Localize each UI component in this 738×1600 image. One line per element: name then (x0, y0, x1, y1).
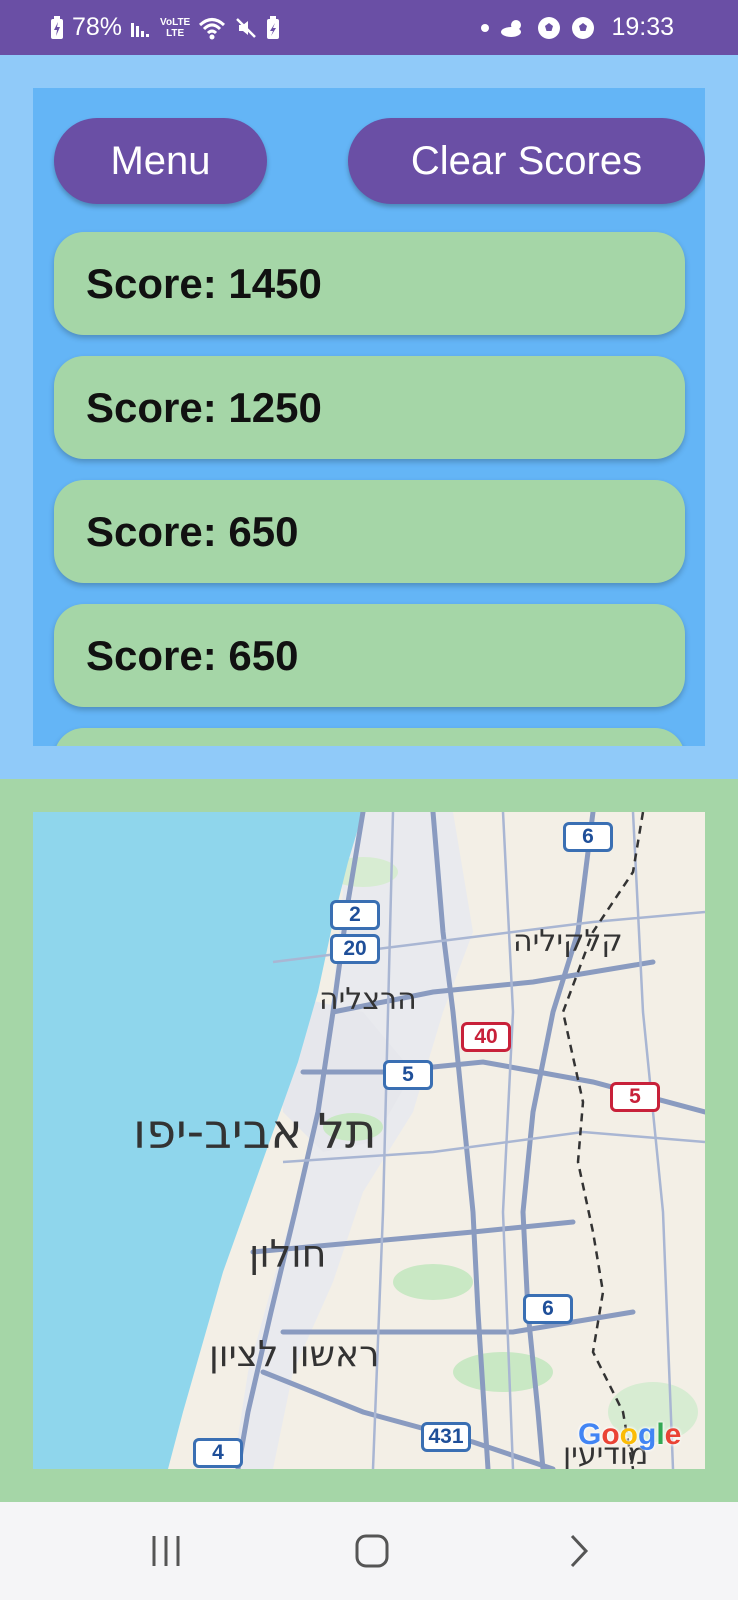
home-icon (355, 1534, 389, 1568)
road-shield: 6 (563, 822, 613, 852)
score-label: Score: 650 (86, 631, 299, 679)
road-shield: 40 (461, 1022, 511, 1052)
city-label: תל אביב-יפו (133, 1104, 377, 1160)
clock: 19:33 (611, 13, 674, 41)
status-bar: 78% VoLTE LTE 19:33 (0, 0, 738, 55)
soccer-ball-icon (537, 16, 561, 40)
score-card[interactable]: Score: 1450 (54, 232, 685, 335)
battery-saver-icon (266, 15, 280, 40)
google-logo: Google (578, 1418, 682, 1451)
volte-lte-icon: VoLTE LTE (160, 16, 191, 39)
scores-section: Menu Clear Scores Score: 1450 Score: 125… (0, 55, 738, 779)
map-view[interactable]: 6 2 20 40 5 5 6 431 4 קלקיליה הרצליה תל … (33, 812, 705, 1469)
road-shield: 5 (383, 1060, 433, 1090)
score-card[interactable]: Score: 650 (54, 480, 685, 583)
notification-dot-icon (481, 23, 490, 32)
score-card[interactable]: Score: 650 (54, 604, 685, 707)
road-shield: 4 (193, 1438, 243, 1468)
mute-icon (234, 16, 258, 40)
score-card-partial[interactable] (54, 728, 685, 746)
soccer-ball-icon (571, 16, 595, 40)
wifi-icon (198, 16, 226, 40)
score-label: Score: 650 (86, 507, 299, 555)
navigation-bar (0, 1502, 738, 1600)
map-section: 6 2 20 40 5 5 6 431 4 קלקיליה הרצליה תל … (0, 779, 738, 1502)
clear-scores-button[interactable]: Clear Scores (348, 118, 705, 204)
home-button[interactable] (342, 1528, 402, 1574)
city-label: חולון (249, 1232, 327, 1276)
score-label: Score: 1450 (86, 259, 322, 307)
road-shield: 6 (523, 1294, 573, 1324)
back-button[interactable] (548, 1528, 608, 1574)
city-label: קלקיליה (513, 924, 623, 959)
road-shield: 431 (421, 1422, 471, 1452)
status-left: 78% VoLTE LTE (50, 0, 280, 55)
road-shield: 20 (330, 934, 380, 964)
signal-icon (130, 17, 152, 39)
road-shield: 2 (330, 900, 380, 930)
menu-button[interactable]: Menu (54, 118, 267, 204)
city-label: הרצליה (319, 982, 417, 1017)
road-shield: 5 (610, 1082, 660, 1112)
score-card[interactable]: Score: 1250 (54, 356, 685, 459)
status-right: 19:33 (481, 0, 674, 55)
back-icon (570, 1534, 589, 1568)
city-label: ראשון לציון (209, 1334, 380, 1375)
score-label: Score: 1250 (86, 383, 322, 431)
lte-label: LTE (166, 27, 185, 39)
battery-charging-icon (50, 15, 64, 40)
recents-button[interactable] (136, 1528, 196, 1574)
weather-icon (499, 16, 527, 40)
battery-percent: 78% (72, 13, 123, 41)
scores-list[interactable]: Menu Clear Scores Score: 1450 Score: 125… (33, 88, 705, 746)
recents-icon (152, 1536, 180, 1566)
